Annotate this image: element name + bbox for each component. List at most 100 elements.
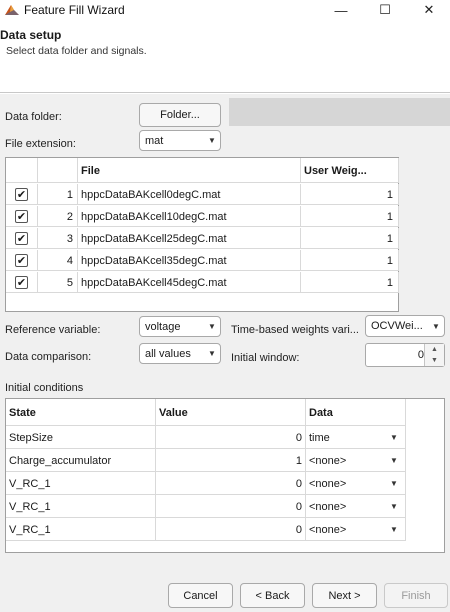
row-value[interactable]: 0	[156, 495, 306, 518]
chevron-down-icon: ▼	[390, 433, 398, 442]
reference-variable-dropdown[interactable]: voltage ▼	[139, 316, 221, 337]
row-data-value: <none>	[309, 500, 347, 513]
row-state: V_RC_1	[6, 495, 156, 518]
data-folder-label: Data folder:	[5, 111, 62, 123]
row-data-value: <none>	[309, 523, 347, 536]
header-data[interactable]: Data	[306, 399, 406, 426]
row-user-weight[interactable]: 1	[301, 250, 399, 271]
step-header: Data setup Select data folder and signal…	[0, 23, 450, 93]
table-row[interactable]: V_RC_1 0 <none> ▼	[6, 495, 406, 518]
chevron-down-icon: ▼	[390, 502, 398, 511]
row-data-dropdown[interactable]: <none> ▼	[306, 449, 406, 472]
finish-button[interactable]: Finish	[384, 583, 448, 608]
row-checkbox-cell[interactable]: ✔	[6, 206, 38, 227]
file-table-header: File User Weig...	[6, 158, 399, 183]
checkbox[interactable]: ✔	[15, 254, 28, 267]
header-value[interactable]: Value	[156, 399, 306, 426]
table-row[interactable]: ✔ 1 hppcDataBAKcell0degC.mat 1	[6, 184, 399, 205]
chevron-down-icon: ▼	[208, 322, 216, 331]
window-title: Feature Fill Wizard	[24, 3, 125, 17]
checkmark-icon: ✔	[16, 211, 27, 223]
table-row[interactable]: ✔ 5 hppcDataBAKcell45degC.mat 1	[6, 272, 399, 293]
row-user-weight[interactable]: 1	[301, 228, 399, 249]
row-index: 4	[38, 250, 78, 271]
spinner-down-icon[interactable]: ▼	[425, 355, 444, 366]
reference-variable-value: voltage	[145, 320, 181, 333]
table-row[interactable]: Charge_accumulator 1 <none> ▼	[6, 449, 406, 472]
checkbox[interactable]: ✔	[15, 232, 28, 245]
next-button[interactable]: Next >	[312, 583, 377, 608]
initial-window-value[interactable]: 0	[366, 344, 424, 366]
table-row[interactable]: ✔ 3 hppcDataBAKcell25degC.mat 1	[6, 228, 399, 249]
cancel-button[interactable]: Cancel	[168, 583, 233, 608]
row-checkbox-cell[interactable]: ✔	[6, 228, 38, 249]
reference-variable-label: Reference variable:	[5, 324, 101, 336]
checkmark-icon: ✔	[16, 233, 27, 245]
header-checkbox-col	[6, 158, 38, 183]
chevron-down-icon: ▼	[390, 456, 398, 465]
row-file-name: hppcDataBAKcell0degC.mat	[78, 184, 301, 205]
initial-window-spinner[interactable]: 0 ▲ ▼	[365, 343, 445, 367]
table-row[interactable]: ✔ 4 hppcDataBAKcell35degC.mat 1	[6, 250, 399, 271]
row-checkbox-cell[interactable]: ✔	[6, 272, 38, 293]
row-checkbox-cell[interactable]: ✔	[6, 184, 38, 205]
step-subtitle: Select data folder and signals.	[6, 45, 147, 57]
folder-button[interactable]: Folder...	[139, 103, 221, 127]
row-value[interactable]: 0	[156, 518, 306, 541]
table-row[interactable]: ✔ 2 hppcDataBAKcell10degC.mat 1	[6, 206, 399, 227]
row-user-weight[interactable]: 1	[301, 206, 399, 227]
checkbox[interactable]: ✔	[15, 210, 28, 223]
row-data-value: time	[309, 431, 330, 444]
chevron-down-icon: ▼	[390, 525, 398, 534]
matlab-icon	[5, 5, 19, 15]
close-icon: ✕	[423, 2, 435, 17]
checkmark-icon: ✔	[16, 255, 27, 267]
minimize-button[interactable]: —	[318, 0, 364, 20]
row-index: 1	[38, 184, 78, 205]
row-state: StepSize	[6, 426, 156, 449]
row-user-weight[interactable]: 1	[301, 184, 399, 205]
table-row[interactable]: V_RC_1 0 <none> ▼	[6, 472, 406, 495]
close-button[interactable]: ✕	[406, 0, 450, 20]
header-user-weight[interactable]: User Weig...	[301, 158, 399, 183]
chevron-down-icon: ▼	[390, 479, 398, 488]
checkmark-icon: ✔	[16, 277, 27, 289]
row-value[interactable]: 0	[156, 426, 306, 449]
file-extension-value: mat	[145, 134, 164, 147]
row-value[interactable]: 1	[156, 449, 306, 472]
row-data-dropdown[interactable]: <none> ▼	[306, 472, 406, 495]
folder-path-field	[229, 98, 450, 126]
time-weights-value: OCVWei...	[371, 320, 423, 332]
row-data-dropdown[interactable]: time ▼	[306, 426, 406, 449]
row-file-name: hppcDataBAKcell25degC.mat	[78, 228, 301, 249]
file-extension-dropdown[interactable]: mat ▼	[139, 130, 221, 151]
table-row[interactable]: StepSize 0 time ▼	[6, 426, 406, 449]
header-file[interactable]: File	[78, 158, 301, 183]
data-comparison-dropdown[interactable]: all values ▼	[139, 343, 221, 364]
title-bar: Feature Fill Wizard — ☐ ✕	[0, 0, 450, 20]
step-title: Data setup	[0, 28, 62, 42]
time-weights-dropdown[interactable]: OCVWei... ▼	[365, 315, 445, 337]
chevron-down-icon: ▼	[432, 321, 440, 331]
back-button[interactable]: < Back	[240, 583, 305, 608]
row-file-name: hppcDataBAKcell45degC.mat	[78, 272, 301, 293]
table-row[interactable]: V_RC_1 0 <none> ▼	[6, 518, 406, 541]
header-index-col	[38, 158, 78, 183]
row-checkbox-cell[interactable]: ✔	[6, 250, 38, 271]
row-data-dropdown[interactable]: <none> ▼	[306, 518, 406, 541]
checkbox[interactable]: ✔	[15, 276, 28, 289]
data-comparison-value: all values	[145, 347, 191, 360]
row-file-name: hppcDataBAKcell35degC.mat	[78, 250, 301, 271]
row-data-dropdown[interactable]: <none> ▼	[306, 495, 406, 518]
file-extension-label: File extension:	[5, 138, 76, 150]
maximize-button[interactable]: ☐	[362, 0, 408, 20]
row-index: 3	[38, 228, 78, 249]
row-state: Charge_accumulator	[6, 449, 156, 472]
header-state[interactable]: State	[6, 399, 156, 426]
row-state: V_RC_1	[6, 472, 156, 495]
checkbox[interactable]: ✔	[15, 188, 28, 201]
row-value[interactable]: 0	[156, 472, 306, 495]
checkmark-icon: ✔	[16, 189, 27, 201]
spinner-up-icon[interactable]: ▲	[425, 344, 444, 355]
row-user-weight[interactable]: 1	[301, 272, 399, 293]
